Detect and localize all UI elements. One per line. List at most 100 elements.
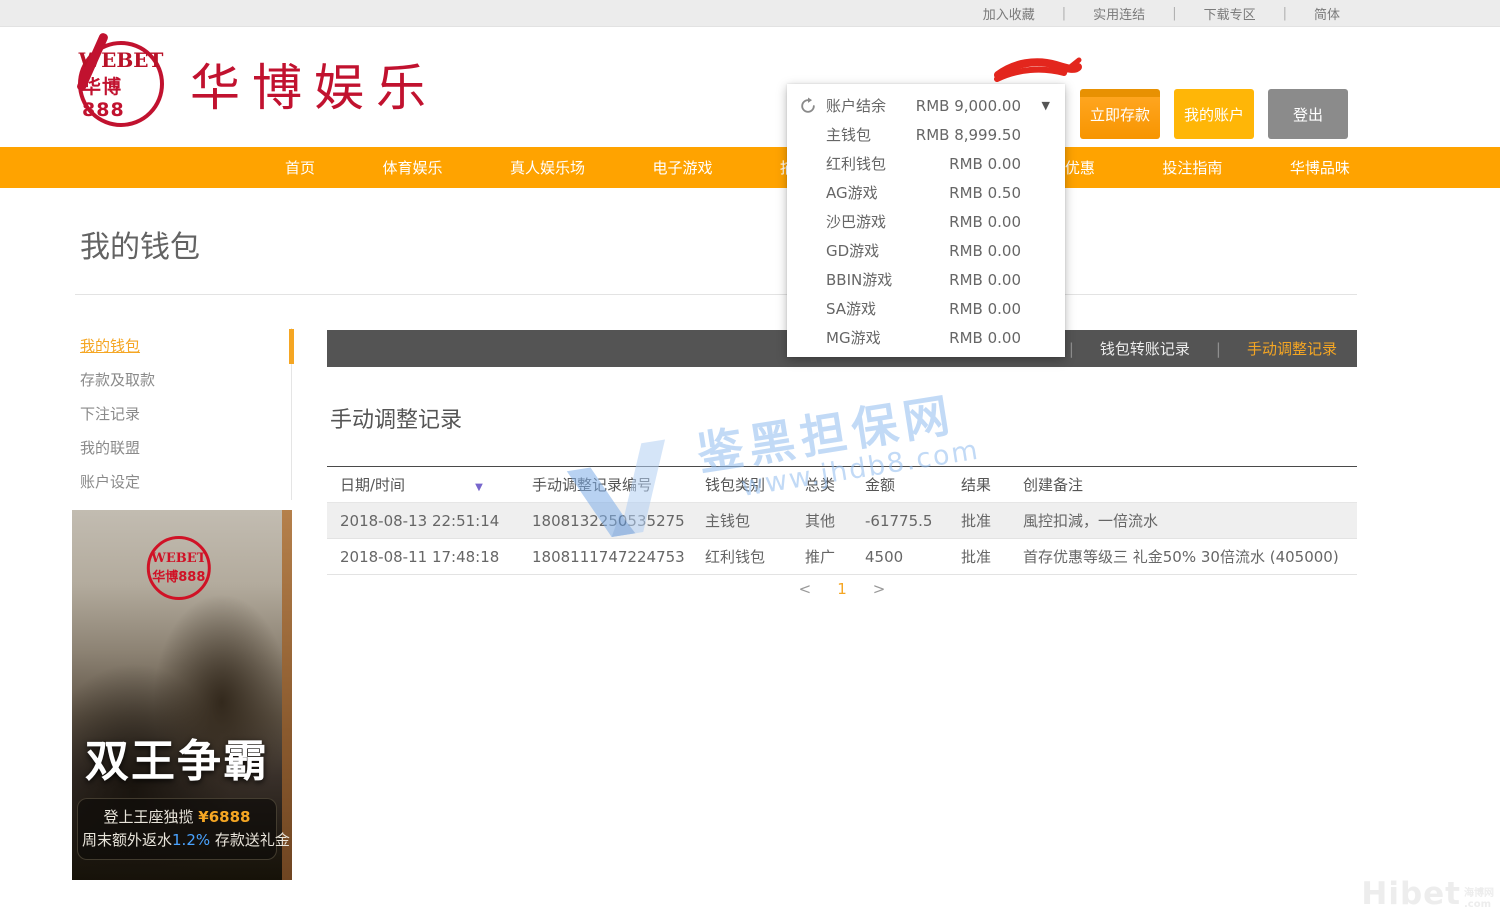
- table-header-row: 日期/时间▼ 手动调整记录编号 钱包类别 总类 金额 结果 创建备注: [327, 467, 1357, 503]
- cell-category: 其他: [792, 503, 852, 539]
- refresh-icon[interactable]: [799, 97, 817, 115]
- cell-wallet-type: 主钱包: [692, 503, 792, 539]
- topbar-link-downloads[interactable]: 下载专区: [1204, 4, 1256, 23]
- balance-label: 主钱包: [826, 124, 871, 145]
- cell-datetime: 2018-08-13 22:51:14: [327, 503, 519, 539]
- column-header-remark: 创建备注: [1010, 467, 1357, 503]
- nav-item-lifestyle[interactable]: 华博品味: [1290, 157, 1350, 178]
- balance-value: RMB 0.00: [949, 213, 1021, 231]
- tab-manual-adjust-records[interactable]: 手动调整记录: [1247, 338, 1337, 359]
- sidebar-active-indicator: [289, 329, 294, 364]
- balance-value: RMB 0.00: [949, 242, 1021, 260]
- page-prev-button[interactable]: <: [799, 580, 812, 598]
- corner-watermark: Hibet 海博网 .com: [1361, 879, 1494, 910]
- balance-label: MG游戏: [826, 327, 881, 348]
- banner-line2-text-b: 存款送礼金: [215, 831, 290, 849]
- page-next-button[interactable]: >: [873, 580, 886, 598]
- top-utility-bar: 加入收藏 | 实用连结 | 下载专区 | 简体: [0, 0, 1500, 27]
- promo-banner[interactable]: WEBET 华博888 双王争霸 登上王座独揽 ¥6888 周末额外返水1.2%…: [72, 510, 292, 880]
- column-header-record-id: 手动调整记录编号: [519, 467, 692, 503]
- banner-promo-text: 登上王座独揽 ¥6888 周末额外返水1.2% 存款送礼金: [77, 798, 277, 861]
- balance-value: RMB 0.00: [949, 271, 1021, 289]
- divider: |: [1172, 6, 1176, 21]
- corner-watermark-brand: Hibet: [1361, 879, 1461, 910]
- balance-row-bbin: BBIN游戏 RMB 0.00: [787, 265, 1065, 294]
- sort-caret-icon[interactable]: ▼: [475, 482, 483, 493]
- main-nav: 首页 体育娱乐 真人娱乐场 电子游戏 捕鱼游戏 棋牌游戏 最新优惠 投注指南 华…: [0, 147, 1500, 188]
- balance-row-gd: GD游戏 RMB 0.00: [787, 236, 1065, 265]
- balance-value: RMB 0.00: [949, 155, 1021, 173]
- page-number-current[interactable]: 1: [837, 580, 847, 598]
- banner-line2-text-a: 周末额外返水: [82, 831, 172, 849]
- cell-amount: -61775.5: [852, 503, 948, 539]
- page-title: 我的钱包: [80, 222, 200, 266]
- tab-transfer-records[interactable]: 钱包转账记录: [1100, 338, 1190, 359]
- banner-line2-percent: 1.2%: [172, 831, 210, 849]
- banner-logo-brand: WEBET: [151, 551, 206, 566]
- cell-record-id: 1808111747224753: [519, 539, 692, 575]
- nav-item-live-casino[interactable]: 真人娱乐场: [510, 157, 585, 178]
- chevron-down-icon[interactable]: ▼: [1042, 99, 1050, 112]
- nav-item-sports[interactable]: 体育娱乐: [382, 157, 442, 178]
- topbar-link-favorites[interactable]: 加入收藏: [983, 4, 1035, 23]
- page: 加入收藏 | 实用连结 | 下载专区 | 简体 WEBET 华博888 华博娱乐…: [0, 0, 1500, 914]
- divider: |: [1069, 340, 1074, 358]
- corner-watermark-cn: 海博网: [1464, 888, 1494, 899]
- topbar-link-simplified-chinese[interactable]: 简体: [1314, 4, 1340, 23]
- column-header-datetime[interactable]: 日期/时间▼: [327, 467, 519, 503]
- cell-remark: 首存优惠等级三 礼金50% 30倍流水 (405000): [1010, 539, 1357, 575]
- divider: |: [1283, 6, 1287, 21]
- divider: [75, 294, 1357, 295]
- my-account-button[interactable]: 我的账户: [1174, 89, 1254, 139]
- column-header-wallet-type: 钱包类别: [692, 467, 792, 503]
- corner-watermark-com: .com: [1464, 899, 1494, 910]
- banner-logo-circle-icon: WEBET 华博888: [147, 536, 211, 600]
- cell-wallet-type: 红利钱包: [692, 539, 792, 575]
- table-row: 2018-08-13 22:51:14 1808132250535275 主钱包…: [327, 503, 1357, 539]
- section-title: 手动调整记录: [330, 402, 462, 434]
- sidebar-item-account-settings[interactable]: 账户设定: [75, 464, 291, 498]
- logo-site-name: 华博娱乐: [190, 48, 438, 120]
- logo-circle-icon: WEBET 华博888: [78, 41, 164, 127]
- balance-value: RMB 8,999.50: [916, 126, 1021, 144]
- balance-row-saba: 沙巴游戏 RMB 0.00: [787, 207, 1065, 236]
- nav-item-home[interactable]: 首页: [285, 157, 315, 178]
- sidebar-item-deposit-withdraw[interactable]: 存款及取款: [75, 362, 291, 396]
- banner-headline: 双王争霸: [72, 738, 282, 786]
- balance-value: RMB 0.50: [949, 184, 1021, 202]
- banner-edge-strip: [282, 510, 292, 880]
- sidebar-item-my-wallet[interactable]: 我的钱包: [75, 328, 291, 362]
- nav-item-betting-guide[interactable]: 投注指南: [1162, 157, 1222, 178]
- balance-row-sa: SA游戏 RMB 0.00: [787, 294, 1065, 323]
- sidebar-item-bet-records[interactable]: 下注记录: [75, 396, 291, 430]
- topbar-link-useful-links[interactable]: 实用连结: [1093, 4, 1145, 23]
- divider: |: [1062, 6, 1066, 21]
- balance-label: GD游戏: [826, 240, 879, 261]
- balance-value: RMB 0.00: [949, 329, 1021, 347]
- banner-logo-sub: 华博888: [152, 566, 205, 585]
- nav-item-slots[interactable]: 电子游戏: [652, 157, 712, 178]
- balance-row-total: 账户结余 RMB 9,000.00 ▼: [787, 91, 1065, 120]
- balance-row-bonus-wallet: 红利钱包 RMB 0.00: [787, 149, 1065, 178]
- table-row: 2018-08-11 17:48:18 1808111747224753 红利钱…: [327, 539, 1357, 575]
- balance-label: AG游戏: [826, 182, 878, 203]
- cell-amount: 4500: [852, 539, 948, 575]
- banner-line1-text: 登上王座独揽: [104, 808, 194, 826]
- cell-result: 批准: [948, 503, 1010, 539]
- balance-value: RMB 0.00: [949, 300, 1021, 318]
- site-logo[interactable]: WEBET 华博888 华博娱乐: [78, 41, 438, 127]
- cell-category: 推广: [792, 539, 852, 575]
- balance-row-main-wallet: 主钱包 RMB 8,999.50: [787, 120, 1065, 149]
- records-table: 日期/时间▼ 手动调整记录编号 钱包类别 总类 金额 结果 创建备注 2018-…: [327, 466, 1357, 575]
- balance-label: 红利钱包: [826, 153, 886, 174]
- balance-label: SA游戏: [826, 298, 876, 319]
- sidebar-item-my-affiliate[interactable]: 我的联盟: [75, 430, 291, 464]
- logo-sub-text: 华博888: [82, 72, 160, 121]
- deposit-button[interactable]: 立即存款: [1080, 89, 1160, 139]
- cell-datetime: 2018-08-11 17:48:18: [327, 539, 519, 575]
- cell-result: 批准: [948, 539, 1010, 575]
- cell-record-id: 1808132250535275: [519, 503, 692, 539]
- logout-button[interactable]: 登出: [1268, 89, 1348, 139]
- pagination: < 1 >: [327, 580, 1357, 598]
- balance-label: 沙巴游戏: [826, 211, 886, 232]
